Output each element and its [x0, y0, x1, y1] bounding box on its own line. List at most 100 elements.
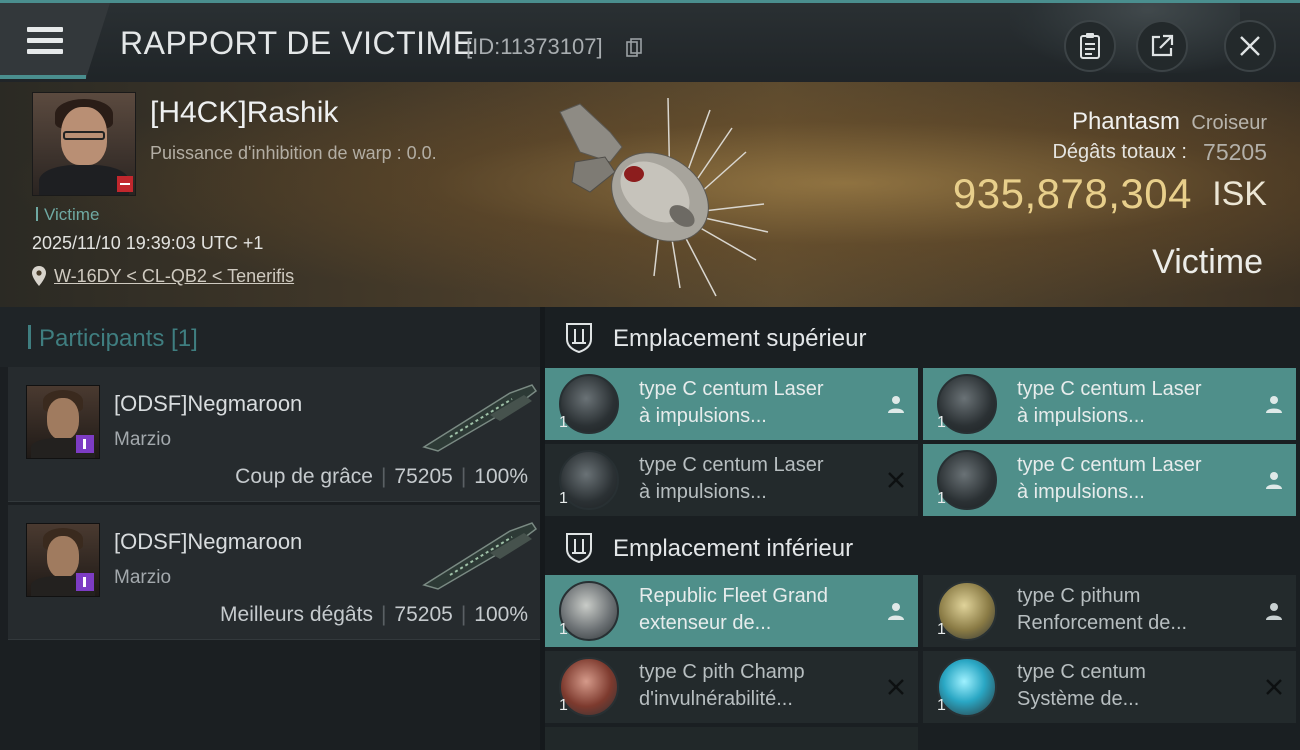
- copy-icon[interactable]: [626, 38, 642, 58]
- background-planet: [1010, 3, 1240, 73]
- shield-extender-icon: [559, 581, 619, 641]
- stat-separator: |: [380, 603, 387, 626]
- portrait-face: [47, 398, 79, 440]
- participants-panel: Participants [1] [ODSF]Negmaroon Marzio …: [0, 307, 540, 750]
- module-quantity: 1: [559, 490, 568, 507]
- participant-percent: 100%: [474, 603, 528, 626]
- report-id: [ID:11373107]: [466, 34, 603, 59]
- participants-header: Participants [1]: [0, 307, 540, 367]
- laser-turret-icon: [559, 450, 619, 510]
- victim-ship-image: [559, 97, 769, 297]
- module-slot[interactable]: 1 type C centum Système de...: [923, 651, 1296, 723]
- portrait-face: [47, 536, 79, 578]
- module-name: type C centum Laser: [1017, 454, 1202, 476]
- close-button[interactable]: [1224, 20, 1276, 72]
- slots-panel: Emplacement supérieur 1 type C centum La…: [545, 307, 1300, 750]
- destroyed-x-icon: [888, 679, 904, 695]
- laser-turret-icon: [937, 450, 997, 510]
- total-damage-value: 75205: [1203, 139, 1267, 165]
- module-slot[interactable]: 1 type C centum Laser à impulsions...: [545, 368, 918, 440]
- module-name: type C centum: [1017, 661, 1146, 683]
- victim-tag: Victime: [36, 205, 99, 225]
- destroyed-x-icon: [888, 472, 904, 488]
- module-quantity: 1: [937, 414, 946, 431]
- participant-row[interactable]: [ODSF]Negmaroon Marzio Coup de grâce | 752…: [8, 367, 540, 502]
- destroyed-x-icon: [1266, 679, 1282, 695]
- participant-ship-icon: [422, 522, 538, 590]
- module-name-cont: à impulsions...: [1017, 405, 1145, 427]
- participant-stats: Coup de grâce | 75205 | 100%: [235, 465, 528, 489]
- portrait-glasses: [63, 131, 105, 140]
- module-quantity: 1: [559, 414, 568, 431]
- module-quantity: 1: [937, 621, 946, 638]
- participants-title: Participants [1]: [28, 325, 198, 353]
- hamburger-icon-line: [27, 49, 63, 54]
- module-name-cont: à impulsions...: [639, 405, 767, 427]
- stat-separator: |: [460, 603, 467, 626]
- participant-damage: 75205: [394, 603, 453, 626]
- header-bar: RAPPORT DE VICTIME [ID:11373107]: [0, 0, 1300, 85]
- module-quantity: 1: [559, 621, 568, 638]
- module-name-cont: Système de...: [1017, 688, 1140, 710]
- result-label: Victime: [1152, 243, 1263, 281]
- stat-separator: |: [460, 465, 467, 488]
- attacker-badge-icon: [76, 435, 94, 453]
- module-quantity: 1: [559, 697, 568, 714]
- module-name: type C pith Champ: [639, 661, 805, 683]
- low-slots-title: Emplacement inférieur: [613, 535, 854, 562]
- participant-name: [ODSF]Negmaroon: [114, 529, 303, 554]
- dropped-person-icon: [1266, 472, 1282, 489]
- victim-status-badge: [117, 176, 133, 192]
- victim-name[interactable]: [H4CK]Rashik: [150, 96, 338, 130]
- ship-class: Croiseur: [1191, 112, 1267, 134]
- dropped-person-icon: [1266, 603, 1282, 620]
- clipboard-button[interactable]: [1064, 20, 1116, 72]
- high-slots-header: Emplacement supérieur: [545, 307, 1300, 367]
- system-module-icon: [937, 657, 997, 717]
- participant-corp: Marzio: [114, 567, 172, 588]
- share-icon: [1151, 34, 1174, 57]
- module-slot[interactable]: 1 Republic Fleet Grand extenseur de...: [545, 575, 918, 647]
- hamburger-icon: [27, 27, 63, 32]
- module-slot[interactable]: 1 type C pith Champ d'invulnérabilité...: [545, 651, 918, 723]
- location-pin-icon: [32, 266, 46, 286]
- participant-corp: Marzio: [114, 429, 172, 450]
- module-name: Republic Fleet Grand: [639, 585, 828, 607]
- module-slot[interactable]: 1 type C pithum Renforcement de...: [923, 575, 1296, 647]
- high-slots-title: Emplacement supérieur: [613, 325, 867, 352]
- isk-value: 935,878,304: [952, 170, 1192, 217]
- high-slot-icon: [566, 323, 592, 353]
- warp-power-label: Puissance d'inhibition de warp : 0.0.: [150, 143, 437, 163]
- ship-name[interactable]: Phantasm: [1072, 108, 1180, 136]
- participant-row[interactable]: [ODSF]Negmaroon Marzio Meilleurs dégâts |…: [8, 505, 540, 640]
- module-quantity: 1: [937, 490, 946, 507]
- dropped-person-icon: [888, 396, 904, 413]
- close-icon: [1240, 36, 1260, 56]
- hamburger-icon-line: [27, 38, 63, 43]
- dropped-person-icon: [888, 603, 904, 620]
- module-name-cont: extenseur de...: [639, 612, 772, 634]
- isk-unit: ISK: [1212, 175, 1267, 213]
- module-name: type C centum Laser: [1017, 378, 1202, 400]
- total-damage-label: Dégâts totaux :: [1052, 141, 1187, 163]
- menu-button[interactable]: [0, 3, 110, 79]
- module-slot[interactable]: 1 type C centum Laser à impulsions...: [545, 444, 918, 516]
- participant-percent: 100%: [474, 465, 528, 488]
- dropped-person-icon: [1266, 396, 1282, 413]
- module-name: type C centum Laser: [639, 454, 824, 476]
- module-quantity: 1: [937, 697, 946, 714]
- location-link[interactable]: W-16DY < CL-QB2 < Tenerifis: [54, 266, 294, 287]
- participant-ship-icon: [422, 384, 538, 452]
- share-button[interactable]: [1136, 20, 1188, 72]
- module-slot[interactable]: 1 type C centum Laser à impulsions...: [923, 444, 1296, 516]
- menu-accent-stripe: [0, 75, 86, 79]
- module-name-cont: d'invulnérabilité...: [639, 688, 793, 710]
- module-name: type C centum Laser: [639, 378, 824, 400]
- module-name-cont: à impulsions...: [1017, 481, 1145, 503]
- module-name-cont: Renforcement de...: [1017, 612, 1188, 634]
- participant-damage: 75205: [394, 465, 453, 488]
- laser-turret-icon: [559, 374, 619, 434]
- module-slot-partial[interactable]: [545, 727, 918, 750]
- module-slot[interactable]: 1 type C centum Laser à impulsions...: [923, 368, 1296, 440]
- shield-hardener-icon: [937, 581, 997, 641]
